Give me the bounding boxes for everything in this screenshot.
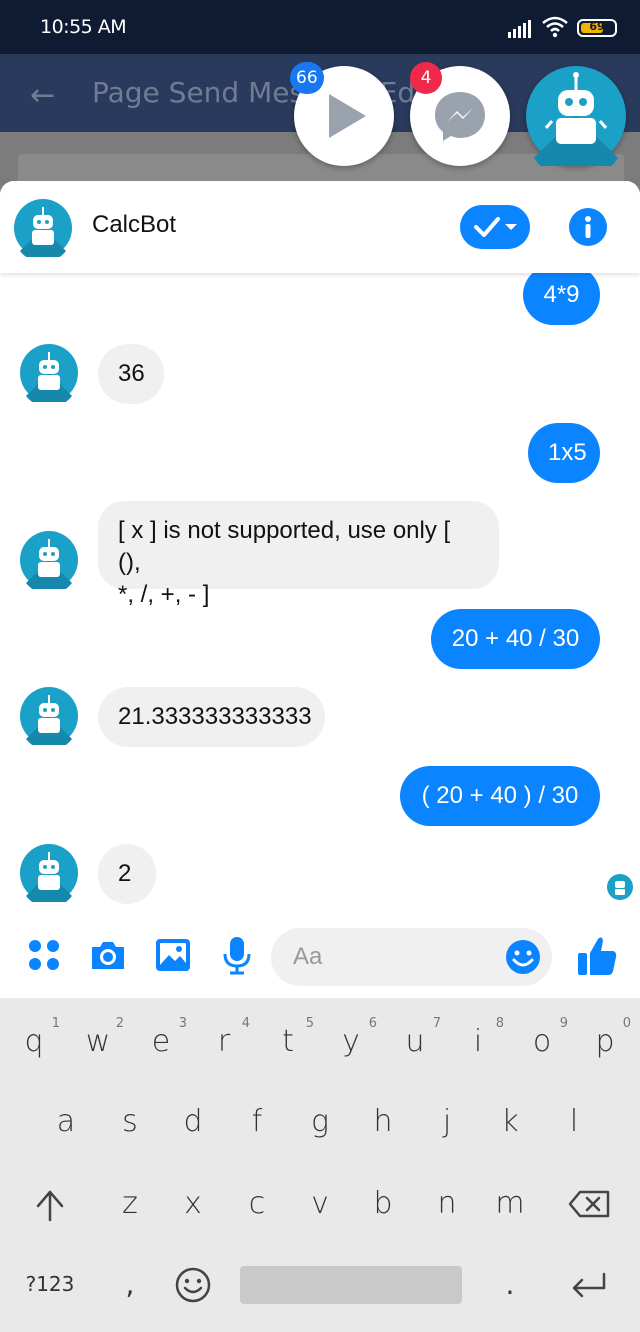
key-e[interactable]: e3 [129,1002,193,1082]
key-v[interactable]: v [288,1164,352,1244]
key-n[interactable]: n [415,1164,479,1244]
wifi-icon [542,16,568,38]
key-p[interactable]: p0 [573,1002,637,1082]
battery-level: 69 [589,20,605,33]
key-a[interactable]: a [34,1082,98,1162]
checkmark-icon [474,217,517,237]
key-h[interactable]: h [351,1082,415,1162]
key-j[interactable]: j [415,1082,479,1162]
chathead-messenger[interactable]: 4 [410,62,510,166]
contact-avatar[interactable] [14,199,72,257]
camera-icon[interactable] [88,935,128,975]
key-comma[interactable]: , [115,1268,145,1301]
shift-icon[interactable] [30,1188,70,1224]
emoji-key-icon[interactable] [174,1266,212,1304]
key-z[interactable]: z [98,1164,162,1244]
robot-icon [534,72,618,181]
key-q[interactable]: q1 [2,1002,66,1082]
status-time: 10:55 AM [40,16,127,38]
key-d[interactable]: d [161,1082,225,1162]
enter-icon[interactable] [570,1272,608,1298]
key-m[interactable]: m [478,1164,542,1244]
message-list[interactable]: 4*9 36 1x5 [ x ] is not supported, use o… [0,181,640,921]
soft-keyboard: q1 w2 e3 r4 t5 y6 u7 i8 o9 p0 a s d f g … [0,998,640,1332]
quick-reply-button[interactable] [460,205,530,249]
chat-header: CalcBot [0,181,640,273]
message-bubble-incoming[interactable]: [ x ] is not supported, use only [ (), *… [98,501,499,608]
background-title: Page Send Message Editor [92,76,463,109]
status-bar: 10:55 AM 69 [0,0,640,54]
key-x[interactable]: x [161,1164,225,1244]
bot-avatar [20,687,78,745]
chathead-calcbot[interactable] [526,66,626,181]
key-period[interactable]: . [495,1268,525,1301]
key-g[interactable]: g [288,1082,352,1162]
battery-icon: 69 [577,19,617,37]
message-bubble-incoming[interactable]: 36 [98,344,164,404]
space-key[interactable] [240,1266,462,1304]
message-bubble-outgoing[interactable]: ( 20 + 40 ) / 30 [400,766,600,826]
key-b[interactable]: b [351,1164,415,1244]
key-k[interactable]: k [478,1082,542,1162]
key-f[interactable]: f [225,1082,289,1162]
key-r[interactable]: r4 [192,1002,256,1082]
key-l[interactable]: l [542,1082,606,1162]
message-bubble-outgoing[interactable]: 1x5 [528,423,600,483]
message-bubble-outgoing[interactable]: 20 + 40 / 30 [431,609,600,669]
key-y[interactable]: y6 [319,1002,383,1082]
bot-avatar [20,344,78,402]
back-arrow-icon: ← [30,78,56,113]
more-apps-icon[interactable] [24,935,64,975]
message-bubble-incoming[interactable]: 21.333333333333 [98,687,325,747]
key-u[interactable]: u7 [383,1002,447,1082]
chat-panel: CalcBot 4*9 36 1x5 [x] is not supporte… [0,181,640,998]
info-button[interactable] [569,208,607,246]
composer-bar [0,921,640,998]
backspace-icon[interactable] [568,1190,610,1218]
emoji-icon[interactable] [505,939,541,975]
key-c[interactable]: c [225,1164,289,1244]
key-s[interactable]: s [98,1082,162,1162]
thumbs-up-icon[interactable] [576,933,618,977]
microphone-icon[interactable] [217,935,257,975]
key-w[interactable]: w2 [66,1002,130,1082]
info-icon [585,216,591,238]
key-o[interactable]: o9 [510,1002,574,1082]
symbols-key[interactable]: ?123 [22,1272,78,1296]
message-bubble-incoming[interactable]: 2 [98,844,156,904]
unread-badge: 4 [410,62,442,94]
key-i[interactable]: i8 [446,1002,510,1082]
gallery-icon[interactable] [153,935,193,975]
unread-badge: 66 [290,62,324,94]
bot-avatar [20,844,78,902]
key-t[interactable]: t5 [256,1002,320,1082]
seen-receipt-avatar [607,874,633,900]
contact-name[interactable]: CalcBot [92,211,176,239]
message-bubble-outgoing[interactable]: 4*9 [523,265,600,325]
signal-icon [508,20,531,38]
chathead-play[interactable]: 66 [290,62,394,166]
bot-avatar [20,531,78,589]
